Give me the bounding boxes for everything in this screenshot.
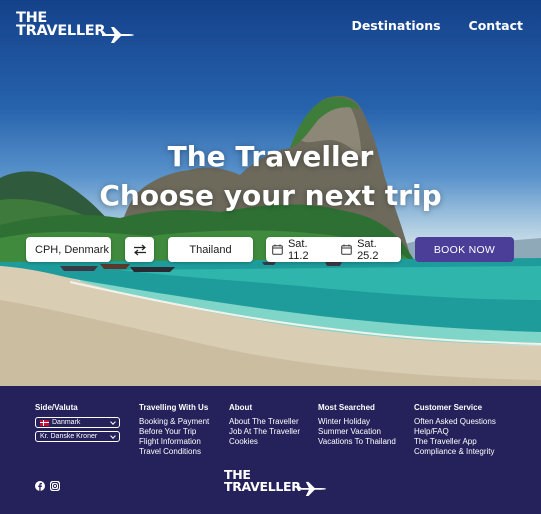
footer-link[interactable]: About The Traveller — [229, 417, 300, 427]
footer-heading: Side/Valuta — [35, 403, 78, 412]
date-from-value: Sat. 11.2 — [287, 237, 309, 262]
origin-value: CPH, Denmark — [35, 243, 109, 256]
hero-subtitle: Choose your next trip — [99, 179, 442, 212]
swap-arrows-icon — [133, 244, 146, 255]
footer-link[interactable]: Flight Information — [139, 437, 209, 447]
footer-col-side-valuta: Side/Valuta Danmark Kr. Danske Kroner — [35, 403, 120, 445]
chevron-down-icon — [110, 433, 116, 439]
footer-link[interactable]: Winter Holiday — [318, 417, 396, 427]
hero-section: THE TRAVELLER Destinations Contact The T… — [0, 0, 541, 386]
footer-link[interactable]: Before Your Trip — [139, 427, 209, 437]
footer-col-customer-service: Customer Service Often Asked Questions H… — [414, 403, 496, 457]
footer-link[interactable]: Often Asked Questions — [414, 417, 496, 427]
footer-col-about: About About The Traveller Job At The Tra… — [229, 403, 300, 447]
footer-link[interactable]: Compliance & Integrity — [414, 447, 496, 457]
footer-link[interactable]: Travel Conditions — [139, 447, 209, 457]
footer-link[interactable]: The Traveller App — [414, 437, 496, 447]
origin-field[interactable]: CPH, Denmark — [26, 237, 111, 262]
currency-select[interactable]: Kr. Danske Kroner — [35, 431, 120, 442]
airplane-icon — [101, 27, 135, 43]
footer-link[interactable]: Booking & Payment — [139, 417, 209, 427]
instagram-icon[interactable] — [50, 478, 60, 491]
destination-field[interactable]: Thailand — [168, 237, 253, 262]
footer-col-travelling: Travelling With Us Booking & Payment Bef… — [139, 403, 209, 457]
site-logo[interactable]: THE TRAVELLER — [16, 11, 135, 44]
calendar-icon — [272, 244, 283, 255]
country-value: Danmark — [52, 418, 81, 426]
footer-heading: Customer Service — [414, 403, 483, 412]
footer-link[interactable]: Summer Vacation — [318, 427, 396, 437]
date-to-value: Sat. 25.2 — [357, 237, 379, 262]
footer-link[interactable]: Help/FAQ — [414, 427, 496, 437]
footer-logo[interactable]: THE TRAVELLER — [224, 469, 327, 497]
footer-col-most-searched: Most Searched Winter Holiday Summer Vaca… — [318, 403, 396, 447]
social-links — [35, 478, 60, 491]
footer-link[interactable]: Job At The Traveller — [229, 427, 300, 437]
date-to[interactable]: Sat. 25.2 — [341, 238, 401, 262]
logo-line-2: TRAVELLER — [16, 23, 106, 40]
calendar-icon — [341, 244, 352, 255]
logo-line-2: TRAVELLER — [224, 478, 301, 494]
main-nav: Destinations Contact — [351, 18, 523, 33]
facebook-icon[interactable] — [35, 478, 45, 491]
currency-value: Kr. Danske Kroner — [40, 432, 98, 440]
footer-heading: Travelling With Us — [139, 403, 209, 412]
nav-contact-link[interactable]: Contact — [469, 18, 523, 33]
book-now-button[interactable]: BOOK NOW — [415, 237, 514, 262]
airplane-icon — [296, 481, 326, 496]
chevron-down-icon — [110, 419, 116, 425]
hero-title: The Traveller — [167, 140, 374, 173]
date-from[interactable]: Sat. 11.2 — [272, 238, 331, 262]
footer-heading: About — [229, 403, 253, 412]
nav-destinations-link[interactable]: Destinations — [351, 18, 440, 33]
denmark-flag-icon — [40, 419, 49, 426]
footer-heading: Most Searched — [318, 403, 375, 412]
swap-button[interactable] — [125, 237, 154, 262]
country-select[interactable]: Danmark — [35, 417, 120, 428]
date-range-field[interactable]: Sat. 11.2 Sat. 25.2 — [266, 237, 401, 262]
destination-value: Thailand — [189, 243, 232, 256]
footer-link[interactable]: Vacations To Thailand — [318, 437, 396, 447]
footer-link[interactable]: Cookies — [229, 437, 300, 447]
